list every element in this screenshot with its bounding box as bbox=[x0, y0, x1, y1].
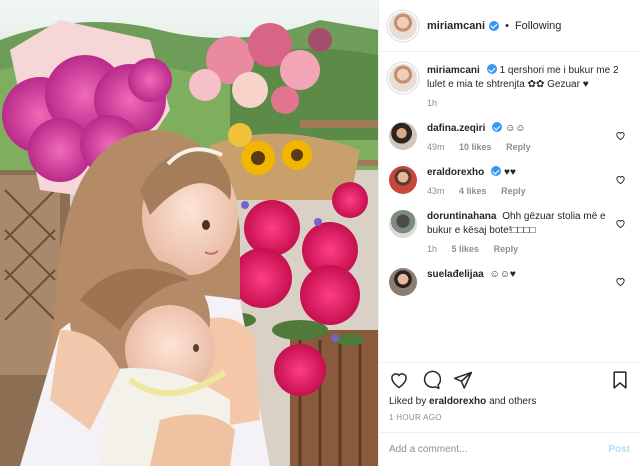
heart-icon[interactable] bbox=[615, 130, 626, 141]
avatar[interactable] bbox=[389, 11, 417, 40]
caption-time: 1h bbox=[427, 98, 438, 108]
liked-by-suffix[interactable]: and others bbox=[489, 396, 536, 407]
verified-icon bbox=[486, 64, 497, 74]
add-comment-input[interactable] bbox=[389, 444, 609, 455]
action-bar bbox=[379, 362, 640, 396]
caption: miriamcani 1 qershori me i bukur me 2 lu… bbox=[389, 64, 630, 108]
comment-item: doruntinahana Ohh gëzuar stolia më e buk… bbox=[389, 210, 630, 254]
comment-likes[interactable]: 5 likes bbox=[452, 244, 480, 254]
post-comment-button[interactable]: Post bbox=[608, 444, 630, 455]
caption-username[interactable]: miriamcani bbox=[427, 65, 480, 76]
avatar[interactable] bbox=[389, 268, 417, 296]
reply-button[interactable]: Reply bbox=[501, 186, 526, 196]
comment-time: 49m bbox=[427, 142, 445, 152]
post-side-panel: miriamcani • Following miriamcani 1 qers… bbox=[378, 0, 640, 466]
comment-username[interactable]: suelađelijaa bbox=[427, 269, 484, 280]
bookmark-icon[interactable] bbox=[610, 370, 630, 390]
comment-likes[interactable]: 10 likes bbox=[459, 142, 492, 152]
comment-time: 43m bbox=[427, 186, 445, 196]
comment-time: 1h bbox=[427, 244, 438, 254]
liked-by-user[interactable]: eraldorexho bbox=[429, 396, 486, 407]
photo-girl-with-baby-and-flowers bbox=[0, 0, 378, 466]
comment-text: ♥♥ bbox=[504, 167, 516, 178]
post-header: miriamcani • Following bbox=[379, 0, 640, 52]
heart-icon[interactable] bbox=[615, 174, 626, 185]
comment-text: ☺☺♥ bbox=[489, 269, 516, 280]
add-comment-bar: Post bbox=[379, 432, 640, 466]
comment-item: eraldorexho ♥♥ 43m 4 likes Reply bbox=[389, 166, 630, 196]
verified-icon bbox=[491, 166, 502, 176]
heart-icon[interactable] bbox=[389, 370, 409, 390]
liked-by-prefix: Liked by bbox=[389, 396, 427, 407]
comment-text: ☺☺ bbox=[505, 123, 526, 134]
avatar[interactable] bbox=[389, 122, 417, 150]
comment-username[interactable]: doruntinahana bbox=[427, 211, 496, 222]
reply-button[interactable]: Reply bbox=[506, 142, 531, 152]
post-time[interactable]: 1 HOUR AGO bbox=[379, 407, 640, 432]
comment-likes[interactable]: 4 likes bbox=[459, 186, 487, 196]
comment-item: dafina.zeqiri ☺☺ 49m 10 likes Reply bbox=[389, 122, 630, 152]
verified-icon bbox=[489, 20, 500, 31]
verified-icon bbox=[492, 122, 503, 132]
comment-username[interactable]: dafina.zeqiri bbox=[427, 123, 485, 134]
comment-icon[interactable] bbox=[421, 370, 441, 390]
avatar[interactable] bbox=[389, 64, 417, 92]
following-button[interactable]: Following bbox=[515, 20, 561, 32]
instagram-post-view: miriamcani • Following miriamcani 1 qers… bbox=[0, 0, 640, 466]
share-icon[interactable] bbox=[453, 370, 473, 390]
heart-icon[interactable] bbox=[615, 276, 626, 287]
reply-button[interactable]: Reply bbox=[494, 244, 519, 254]
avatar[interactable] bbox=[389, 166, 417, 194]
heart-icon[interactable] bbox=[615, 218, 626, 229]
separator-dot: • bbox=[505, 19, 509, 32]
comments-list[interactable]: miriamcani 1 qershori me i bukur me 2 lu… bbox=[379, 52, 640, 362]
header-username[interactable]: miriamcani bbox=[427, 20, 485, 32]
liked-by: Liked by eraldorexho and others bbox=[379, 396, 640, 407]
avatar[interactable] bbox=[389, 210, 417, 238]
comment-username[interactable]: eraldorexho bbox=[427, 167, 484, 178]
post-photo[interactable] bbox=[0, 0, 378, 466]
comment-item: suelađelijaa ☺☺♥ bbox=[389, 268, 630, 296]
